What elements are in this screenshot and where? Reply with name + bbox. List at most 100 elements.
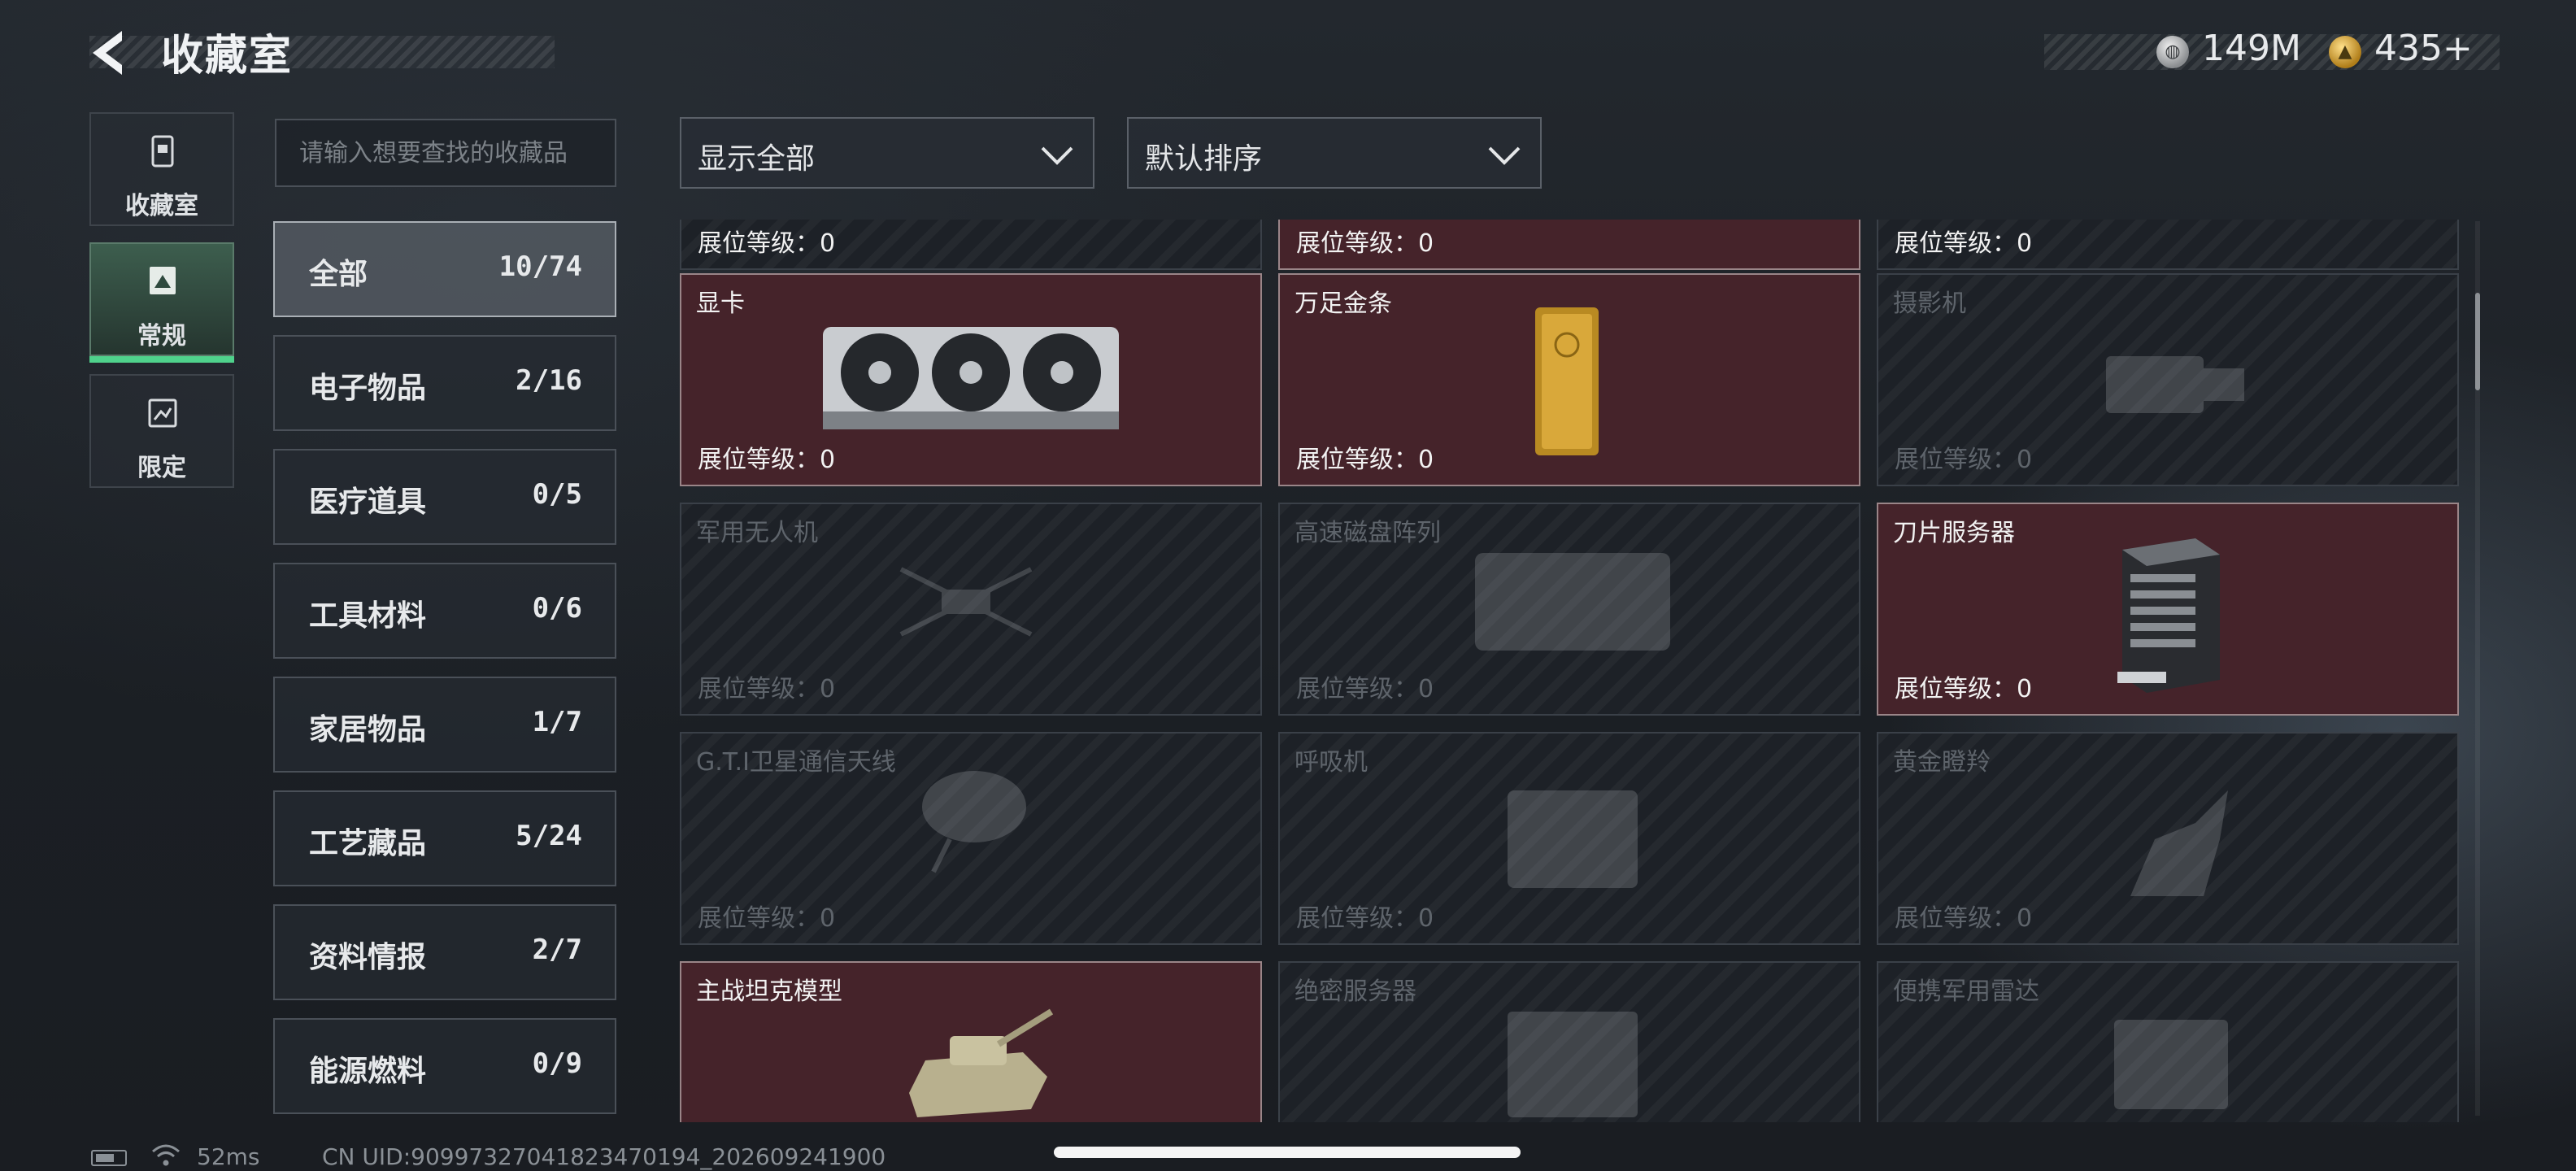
collection-card-gold-bar[interactable]: 万足金条 展位等级：0 (1278, 273, 1860, 486)
category-medical[interactable]: 医疗道具 0/5 (273, 449, 616, 545)
card-name: 刀片服务器 (1893, 519, 2015, 547)
category-name: 电子物品 (309, 372, 427, 405)
category-name: 工艺藏品 (309, 827, 427, 860)
collection-card-drone[interactable]: 军用无人机 展位等级：0 (680, 503, 1262, 716)
gold-bar-icon (1535, 307, 1599, 455)
collection-card-ventilator[interactable]: 呼吸机 展位等级：0 (1278, 732, 1860, 945)
card-level: 展位等级：0 (1895, 904, 2033, 933)
card-name: G.T.I卫星通信天线 (696, 748, 896, 777)
collection-card-satellite-antenna[interactable]: G.T.I卫星通信天线 展位等级：0 (680, 732, 1262, 945)
collection-card-blade-server[interactable]: 刀片服务器 展位等级：0 (1877, 503, 2459, 716)
battery-icon (91, 1150, 127, 1166)
picture-frame-icon (150, 267, 176, 294)
blade-server-icon (2117, 538, 2220, 693)
card-level: 展位等级：0 (1895, 229, 2033, 258)
category-household[interactable]: 家居物品 1/7 (273, 677, 616, 773)
collection-card[interactable]: 展位等级：0 (680, 220, 1262, 270)
category-count: 10/74 (498, 250, 582, 283)
collection-card-tank-model[interactable]: 主战坦克模型 (680, 961, 1262, 1122)
category-energy[interactable]: 能源燃料 0/9 (273, 1018, 616, 1114)
ventilator-icon (1508, 790, 1638, 888)
filter-dropdown-label: 显示全部 (698, 142, 816, 176)
card-level: 展位等级：0 (698, 904, 836, 933)
card-level: 展位等级：0 (1296, 446, 1434, 474)
tank-model-icon (909, 1008, 1054, 1117)
display-case-icon (151, 135, 174, 168)
gold-coin-icon: ▲ (2329, 36, 2361, 68)
back-button[interactable] (85, 24, 141, 81)
collection-card-disk-array[interactable]: 高速磁盘阵列 展位等级：0 (1278, 503, 1860, 716)
collection-card[interactable]: 展位等级：0 (1877, 220, 2459, 270)
sort-dropdown-label: 默认排序 (1145, 142, 1263, 176)
card-name: 黄金瞪羚 (1893, 748, 1991, 777)
search-input[interactable] (275, 119, 616, 187)
collection-card-graphics-card[interactable]: 显卡 展位等级：0 (680, 273, 1262, 486)
card-level: 展位等级：0 (698, 446, 836, 474)
collection-grid: 展位等级：0 展位等级：0 展位等级：0 显卡 展位等级：0 万足金条 展位等级… (680, 220, 2461, 1122)
card-level: 展位等级：0 (1895, 675, 2033, 703)
disk-array-icon (1475, 553, 1670, 651)
category-name: 资料情报 (309, 941, 427, 974)
card-name: 万足金条 (1295, 289, 1392, 318)
card-level: 展位等级：0 (698, 229, 836, 258)
card-name: 绝密服务器 (1295, 977, 1416, 1006)
nav-tab-regular[interactable]: 常规 (89, 242, 234, 363)
drone-icon (899, 567, 1033, 637)
category-count: 2/7 (532, 934, 582, 966)
category-count: 0/6 (532, 592, 582, 625)
wifi-icon (152, 1144, 180, 1166)
category-count: 0/9 (532, 1047, 582, 1080)
radar-icon (2114, 1020, 2228, 1109)
card-name: 便携军用雷达 (1893, 977, 2039, 1006)
collection-card-top-secret-server[interactable]: 绝密服务器 (1278, 961, 1860, 1122)
nav-tab-limited[interactable]: 限定 (89, 374, 234, 488)
category-intel[interactable]: 资料情报 2/7 (273, 904, 616, 1000)
satellite-dish-icon (922, 771, 1026, 873)
nav-tab-collection-room[interactable]: 收藏室 (89, 112, 234, 226)
silver-coin-icon: ◍ (2156, 36, 2189, 68)
title-strip (89, 36, 555, 68)
category-count: 1/7 (532, 706, 582, 738)
gold-currency-value[interactable]: 435+ (2374, 28, 2473, 69)
nav-label: 收藏室 (125, 192, 198, 220)
card-name: 显卡 (696, 289, 745, 318)
card-level: 展位等级：0 (1296, 675, 1434, 703)
collection-card[interactable]: 展位等级：0 (1278, 220, 1860, 270)
camera-icon (2106, 356, 2244, 413)
back-arrow-icon (93, 31, 122, 75)
category-count: 5/24 (516, 820, 582, 852)
card-name: 摄影机 (1893, 289, 1966, 318)
ping-label: 52ms (197, 1143, 260, 1170)
limited-icon (148, 398, 177, 428)
category-name: 工具材料 (309, 599, 427, 633)
collection-card-camera[interactable]: 摄影机 展位等级：0 (1877, 273, 2459, 486)
category-name: 能源燃料 (309, 1055, 427, 1088)
category-electronics[interactable]: 电子物品 2/16 (273, 335, 616, 431)
nav-label: 限定 (137, 454, 186, 482)
collection-card-golden-gazelle[interactable]: 黄金瞪羚 展位等级：0 (1877, 732, 2459, 945)
collection-card-portable-radar[interactable]: 便携军用雷达 (1877, 961, 2459, 1122)
chevron-down-icon (1041, 146, 1073, 165)
category-count: 2/16 (516, 364, 582, 397)
gazelle-statue-icon (2130, 790, 2228, 896)
card-name: 主战坦克模型 (696, 977, 842, 1006)
card-level: 展位等级：0 (1895, 446, 2033, 474)
scrollbar-thumb[interactable] (2475, 293, 2480, 390)
card-level: 展位等级：0 (698, 675, 836, 703)
nav-label: 常规 (137, 322, 186, 350)
graphics-card-icon (823, 327, 1119, 429)
filter-dropdown[interactable]: 显示全部 (680, 117, 1094, 189)
home-indicator[interactable] (1054, 1147, 1521, 1158)
category-name: 全部 (309, 258, 368, 291)
card-level: 展位等级：0 (1296, 229, 1434, 258)
category-tools[interactable]: 工具材料 0/6 (273, 563, 616, 659)
silver-currency-value: 149M (2202, 28, 2301, 69)
chevron-down-icon (1488, 146, 1521, 165)
category-crafts[interactable]: 工艺藏品 5/24 (273, 790, 616, 886)
uid-label: CN UID:90997327041823470194_202609241900 (322, 1143, 886, 1170)
page-title: 收藏室 (161, 32, 294, 81)
category-all[interactable]: 全部 10/74 (273, 221, 616, 317)
card-name: 呼吸机 (1295, 748, 1368, 777)
sort-dropdown[interactable]: 默认排序 (1127, 117, 1542, 189)
server-icon (1508, 1012, 1638, 1117)
